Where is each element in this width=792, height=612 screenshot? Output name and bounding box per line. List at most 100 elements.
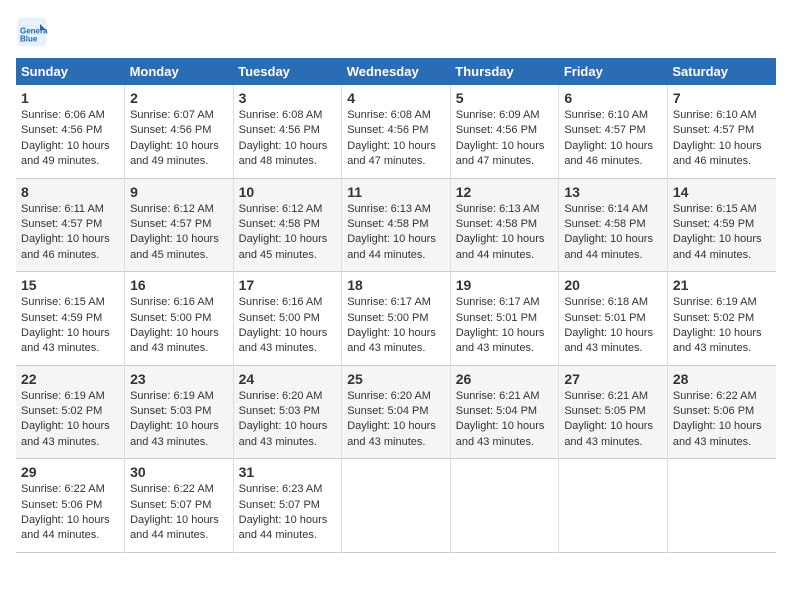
calendar-week-row: 29 Sunrise: 6:22 AMSunset: 5:06 PMDayligh… [16,459,776,553]
day-info: Sunrise: 6:23 AMSunset: 5:07 PMDaylight:… [239,482,337,544]
calendar-cell: 3 Sunrise: 6:08 AMSunset: 4:56 PMDaylight… [233,85,342,178]
day-number: 4 [347,90,445,106]
day-info: Sunrise: 6:13 AMSunset: 4:58 PMDaylight:… [456,202,554,264]
calendar-cell: 10Sunrise: 6:12 AMSunset: 4:58 PMDayligh… [233,178,342,272]
calendar-cell: 5 Sunrise: 6:09 AMSunset: 4:56 PMDaylight… [450,85,559,178]
day-info: Sunrise: 6:17 AMSunset: 5:00 PMDaylight:… [347,295,445,357]
header-day: Tuesday [233,58,342,85]
day-number: 20 [564,277,662,293]
header-row: SundayMondayTuesdayWednesdayThursdayFrid… [16,58,776,85]
day-info: Sunrise: 6:09 AMSunset: 4:56 PMDaylight:… [456,108,554,170]
day-info: Sunrise: 6:10 AMSunset: 4:57 PMDaylight:… [564,108,662,170]
day-number: 11 [347,184,445,200]
calendar-cell: 23 Sunrise: 6:19 AMSunset: 5:03 PMDayligh… [125,365,234,459]
day-info: Sunrise: 6:15 AMSunset: 4:59 PMDaylight:… [673,202,771,264]
day-info: Sunrise: 6:11 AMSunset: 4:57 PMDaylight:… [21,202,119,264]
day-number: 23 [130,371,228,387]
day-info: Sunrise: 6:06 AMSunset: 4:56 PMDaylight:… [21,108,119,170]
day-info: Sunrise: 6:08 AMSunset: 4:56 PMDaylight:… [239,108,337,170]
day-number: 18 [347,277,445,293]
day-info: Sunrise: 6:21 AMSunset: 5:04 PMDaylight:… [456,389,554,451]
day-number: 25 [347,371,445,387]
day-info: Sunrise: 6:22 AMSunset: 5:06 PMDaylight:… [673,389,771,451]
day-info: Sunrise: 6:20 AMSunset: 5:03 PMDaylight:… [239,389,337,451]
day-number: 30 [130,464,228,480]
calendar-cell [559,459,668,553]
calendar-cell: 16 Sunrise: 6:16 AMSunset: 5:00 PMDayligh… [125,272,234,366]
calendar-cell [450,459,559,553]
day-number: 15 [21,277,119,293]
day-number: 5 [456,90,554,106]
day-number: 6 [564,90,662,106]
calendar-cell: 31 Sunrise: 6:23 AMSunset: 5:07 PMDayligh… [233,459,342,553]
day-info: Sunrise: 6:15 AMSunset: 4:59 PMDaylight:… [21,295,119,357]
day-number: 19 [456,277,554,293]
day-info: Sunrise: 6:14 AMSunset: 4:58 PMDaylight:… [564,202,662,264]
calendar-cell: 2 Sunrise: 6:07 AMSunset: 4:56 PMDaylight… [125,85,234,178]
day-number: 22 [21,371,119,387]
day-info: Sunrise: 6:13 AMSunset: 4:58 PMDaylight:… [347,202,445,264]
day-info: Sunrise: 6:16 AMSunset: 5:00 PMDaylight:… [239,295,337,357]
day-number: 27 [564,371,662,387]
calendar-cell: 30 Sunrise: 6:22 AMSunset: 5:07 PMDayligh… [125,459,234,553]
day-number: 9 [130,184,228,200]
day-number: 26 [456,371,554,387]
day-info: Sunrise: 6:19 AMSunset: 5:02 PMDaylight:… [673,295,771,357]
day-info: Sunrise: 6:22 AMSunset: 5:06 PMDaylight:… [21,482,119,544]
day-info: Sunrise: 6:20 AMSunset: 5:04 PMDaylight:… [347,389,445,451]
calendar-cell: 15 Sunrise: 6:15 AMSunset: 4:59 PMDayligh… [16,272,125,366]
header-day: Saturday [667,58,776,85]
day-number: 3 [239,90,337,106]
day-number: 29 [21,464,119,480]
calendar-cell: 18 Sunrise: 6:17 AMSunset: 5:00 PMDayligh… [342,272,451,366]
calendar-cell: 21 Sunrise: 6:19 AMSunset: 5:02 PMDayligh… [667,272,776,366]
day-info: Sunrise: 6:19 AMSunset: 5:02 PMDaylight:… [21,389,119,451]
day-info: Sunrise: 6:10 AMSunset: 4:57 PMDaylight:… [673,108,771,170]
calendar-cell: 9 Sunrise: 6:12 AMSunset: 4:57 PMDaylight… [125,178,234,272]
calendar-cell: 8Sunrise: 6:11 AMSunset: 4:57 PMDaylight… [16,178,125,272]
calendar-cell: 1 Sunrise: 6:06 AMSunset: 4:56 PMDaylight… [16,85,125,178]
day-number: 16 [130,277,228,293]
day-info: Sunrise: 6:16 AMSunset: 5:00 PMDaylight:… [130,295,228,357]
page-header: General Blue [16,16,776,48]
day-number: 14 [673,184,771,200]
calendar-cell: 28Sunrise: 6:22 AMSunset: 5:06 PMDayligh… [667,365,776,459]
day-info: Sunrise: 6:12 AMSunset: 4:58 PMDaylight:… [239,202,337,264]
header-day: Sunday [16,58,125,85]
calendar-cell: 24 Sunrise: 6:20 AMSunset: 5:03 PMDayligh… [233,365,342,459]
calendar-cell: 17 Sunrise: 6:16 AMSunset: 5:00 PMDayligh… [233,272,342,366]
calendar-cell: 13 Sunrise: 6:14 AMSunset: 4:58 PMDayligh… [559,178,668,272]
day-info: Sunrise: 6:22 AMSunset: 5:07 PMDaylight:… [130,482,228,544]
calendar-cell: 20 Sunrise: 6:18 AMSunset: 5:01 PMDayligh… [559,272,668,366]
calendar-cell: 25 Sunrise: 6:20 AMSunset: 5:04 PMDayligh… [342,365,451,459]
calendar-cell: 22 Sunrise: 6:19 AMSunset: 5:02 PMDayligh… [16,365,125,459]
day-info: Sunrise: 6:18 AMSunset: 5:01 PMDaylight:… [564,295,662,357]
day-number: 2 [130,90,228,106]
logo-icon: General Blue [16,16,48,48]
day-info: Sunrise: 6:21 AMSunset: 5:05 PMDaylight:… [564,389,662,451]
header-day: Monday [125,58,234,85]
day-number: 13 [564,184,662,200]
calendar-week-row: 22 Sunrise: 6:19 AMSunset: 5:02 PMDayligh… [16,365,776,459]
day-info: Sunrise: 6:12 AMSunset: 4:57 PMDaylight:… [130,202,228,264]
day-info: Sunrise: 6:08 AMSunset: 4:56 PMDaylight:… [347,108,445,170]
day-info: Sunrise: 6:19 AMSunset: 5:03 PMDaylight:… [130,389,228,451]
calendar-cell: 12Sunrise: 6:13 AMSunset: 4:58 PMDayligh… [450,178,559,272]
calendar-cell: 6 Sunrise: 6:10 AMSunset: 4:57 PMDaylight… [559,85,668,178]
svg-text:Blue: Blue [20,35,38,44]
header-day: Friday [559,58,668,85]
calendar-cell: 19 Sunrise: 6:17 AMSunset: 5:01 PMDayligh… [450,272,559,366]
calendar-cell: 14 Sunrise: 6:15 AMSunset: 4:59 PMDayligh… [667,178,776,272]
day-info: Sunrise: 6:17 AMSunset: 5:01 PMDaylight:… [456,295,554,357]
calendar-cell: 7 Sunrise: 6:10 AMSunset: 4:57 PMDaylight… [667,85,776,178]
day-number: 1 [21,90,119,106]
calendar-cell: 4 Sunrise: 6:08 AMSunset: 4:56 PMDaylight… [342,85,451,178]
day-info: Sunrise: 6:07 AMSunset: 4:56 PMDaylight:… [130,108,228,170]
header-day: Thursday [450,58,559,85]
day-number: 21 [673,277,771,293]
day-number: 24 [239,371,337,387]
day-number: 17 [239,277,337,293]
day-number: 7 [673,90,771,106]
calendar-cell: 11 Sunrise: 6:13 AMSunset: 4:58 PMDayligh… [342,178,451,272]
day-number: 31 [239,464,337,480]
